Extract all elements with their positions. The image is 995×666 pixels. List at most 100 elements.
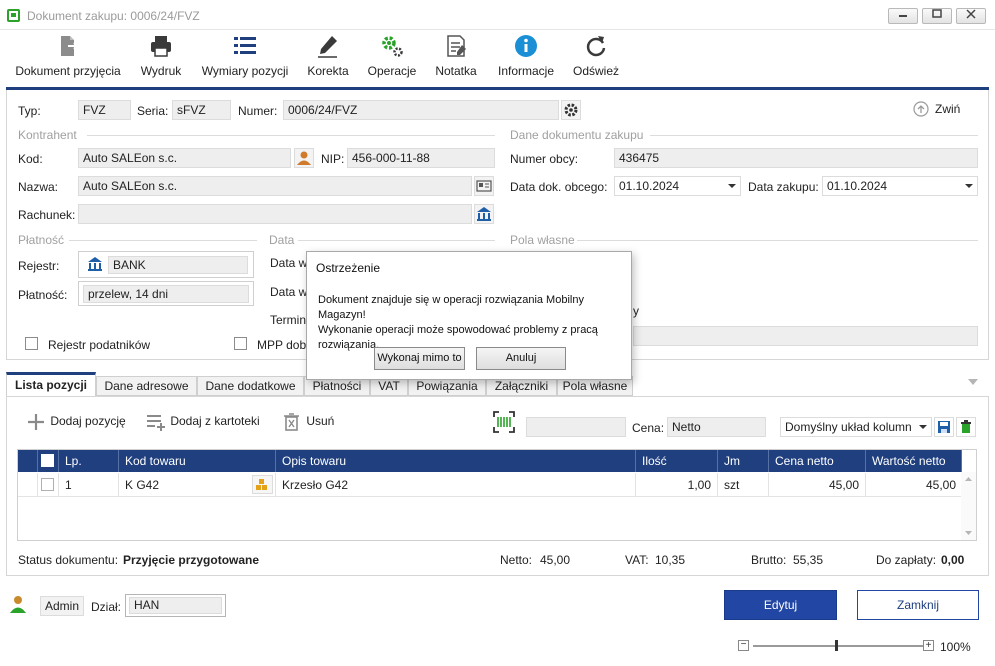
mpp-checkbox[interactable] xyxy=(234,337,247,350)
dzial-label: Dział: xyxy=(91,600,122,614)
data-zakupu-picker[interactable]: 01.10.2024 xyxy=(822,176,978,196)
dialog-cancel-button[interactable]: Anuluj xyxy=(476,347,566,370)
cena-select[interactable]: Netto xyxy=(667,417,766,437)
data-dok-obcego-picker[interactable]: 01.10.2024 xyxy=(614,176,741,196)
col-jm[interactable]: Jm xyxy=(718,450,769,472)
rejestr-value: BANK xyxy=(108,256,248,274)
product-stack-icon xyxy=(256,479,267,490)
data-dok-obcego-label: Data dok. obcego: xyxy=(510,180,608,194)
kod-field[interactable]: Auto SALEon s.c. xyxy=(78,148,291,168)
save-icon xyxy=(938,421,950,433)
nip-field[interactable]: 456-000-11-88 xyxy=(347,148,495,168)
close-icon xyxy=(966,9,976,19)
tab-lista-pozycji[interactable]: Lista pozycji xyxy=(6,372,96,397)
footer-bar: Admin Dział: HAN Edytuj Zamknij − + 100% xyxy=(0,582,995,666)
row-spacer xyxy=(18,473,38,497)
toolbar-label: Informacje xyxy=(497,64,555,78)
toolbar-label: Odśwież xyxy=(572,64,619,78)
close-button[interactable]: Zamknij xyxy=(857,590,979,620)
column-layout-value: Domyślny układ kolumn xyxy=(785,420,912,434)
toolbar-operations-button[interactable]: Operacje xyxy=(364,30,420,86)
zoom-slider[interactable]: − + xyxy=(738,639,938,653)
product-card-button[interactable] xyxy=(252,475,273,494)
collapse-label: Zwiń xyxy=(935,102,961,116)
zoom-thumb[interactable] xyxy=(835,640,838,651)
maximize-button[interactable] xyxy=(922,8,952,24)
save-layout-button[interactable] xyxy=(934,417,954,437)
col-ilosc[interactable]: Ilość xyxy=(636,450,718,472)
tab-dane-adresowe[interactable]: Dane adresowe xyxy=(96,376,197,396)
add-from-catalog-button[interactable]: Dodaj z kartoteki xyxy=(145,411,260,431)
remove-button[interactable]: Usuń xyxy=(281,411,334,431)
rachunek-field[interactable] xyxy=(78,204,472,224)
col-lp[interactable]: Lp. xyxy=(59,450,119,472)
col-opis-towaru[interactable]: Opis towaru xyxy=(276,450,636,472)
toolbar-document-receipt-button[interactable]: Dokument przyjęcia xyxy=(12,30,124,86)
tab-dane-dodatkowe[interactable]: Dane dodatkowe xyxy=(197,376,304,396)
toolbar-dimensions-button[interactable]: Wymiary pozycji xyxy=(198,30,292,86)
delete-layout-button[interactable] xyxy=(956,417,976,437)
minimize-button[interactable] xyxy=(888,8,918,24)
chevron-down-icon xyxy=(728,184,736,188)
nazwa-field[interactable]: Auto SALEon s.c. xyxy=(78,176,472,196)
user-name[interactable]: Admin xyxy=(40,596,84,616)
edit-button[interactable]: Edytuj xyxy=(724,590,837,620)
col-kod-towaru[interactable]: Kod towaru xyxy=(119,450,276,472)
chevron-down-icon[interactable] xyxy=(968,379,978,387)
vat-value: 10,35 xyxy=(655,553,686,567)
add-position-button[interactable]: Dodaj pozycję xyxy=(25,411,126,431)
toolbar-correction-button[interactable]: Korekta xyxy=(304,30,352,86)
toolbar-note-button[interactable]: Notatka xyxy=(432,30,480,86)
toolbar-label: Operacje xyxy=(367,64,417,78)
data-section-title: Data xyxy=(269,233,295,247)
select-all-checkbox[interactable] xyxy=(41,454,54,467)
scroll-up-icon[interactable] xyxy=(961,474,976,484)
section-divider xyxy=(69,240,257,241)
select-contractor-button[interactable] xyxy=(294,148,314,168)
dzial-field[interactable]: HAN xyxy=(125,594,226,617)
status-value: Przyjęcie przygotowane xyxy=(123,553,260,567)
remove-label: Usuń xyxy=(306,414,335,428)
platnosc-label: Płatność: xyxy=(18,288,68,302)
col-cena-netto[interactable]: Cena netto xyxy=(769,450,866,472)
window-title: Dokument zakupu: 0006/24/FVZ xyxy=(27,9,200,23)
platnosc-selector[interactable]: przelew, 14 dni xyxy=(78,281,254,306)
rejestr-selector[interactable]: BANK xyxy=(78,251,254,278)
numbering-settings-button[interactable] xyxy=(561,100,581,120)
table-row[interactable]: 1 K G42 Krzesło G42 1,00 szt 45,00 45,00 xyxy=(18,473,962,497)
zoom-in-button[interactable]: + xyxy=(923,640,934,651)
numer-obcy-field[interactable]: 436475 xyxy=(614,148,978,168)
vat-label: VAT: xyxy=(625,553,649,567)
row-checkbox[interactable] xyxy=(41,478,54,491)
toolbar-print-button[interactable]: Wydruk xyxy=(136,30,186,86)
dane-dokumentu-section-title: Dane dokumentu zakupu xyxy=(510,128,644,142)
table-scrollbar[interactable] xyxy=(961,472,976,540)
toolbar-info-button[interactable]: Informacje xyxy=(494,30,558,86)
bank-account-button[interactable] xyxy=(474,204,494,224)
toolbar-label: Korekta xyxy=(307,64,349,78)
pencil-icon xyxy=(318,36,337,58)
nip-label: NIP: xyxy=(321,152,345,166)
warning-dialog: Ostrzeżenie Dokument znajduje się w oper… xyxy=(306,251,632,380)
seria-field[interactable]: sFVZ xyxy=(172,100,231,120)
typ-field[interactable]: FVZ xyxy=(78,100,131,120)
zoom-out-button[interactable]: − xyxy=(738,640,749,651)
column-layout-select[interactable]: Domyślny układ kolumn xyxy=(780,417,932,437)
pola-wlasne-field[interactable] xyxy=(633,326,978,346)
gears-icon xyxy=(382,36,403,57)
kod-label: Kod: xyxy=(18,152,43,166)
pola-wlasne-section-title: Pola własne xyxy=(510,233,575,247)
barcode-scanner-icon[interactable] xyxy=(493,411,515,433)
col-wartosc-netto[interactable]: Wartość netto xyxy=(866,450,962,472)
dialog-confirm-button[interactable]: Wykonaj mimo to xyxy=(374,347,465,370)
maximize-icon xyxy=(932,9,942,18)
close-window-button[interactable] xyxy=(956,8,986,24)
toolbar-refresh-button[interactable]: Odśwież xyxy=(570,30,622,86)
contractor-card-button[interactable] xyxy=(474,176,494,196)
barcode-input[interactable] xyxy=(526,417,626,437)
numer-field[interactable]: 0006/24/FVZ xyxy=(283,100,559,120)
scroll-down-icon[interactable] xyxy=(961,528,976,538)
info-icon xyxy=(515,35,537,57)
rejestr-podatnikow-checkbox[interactable] xyxy=(25,337,38,350)
list-add-icon xyxy=(147,414,165,431)
